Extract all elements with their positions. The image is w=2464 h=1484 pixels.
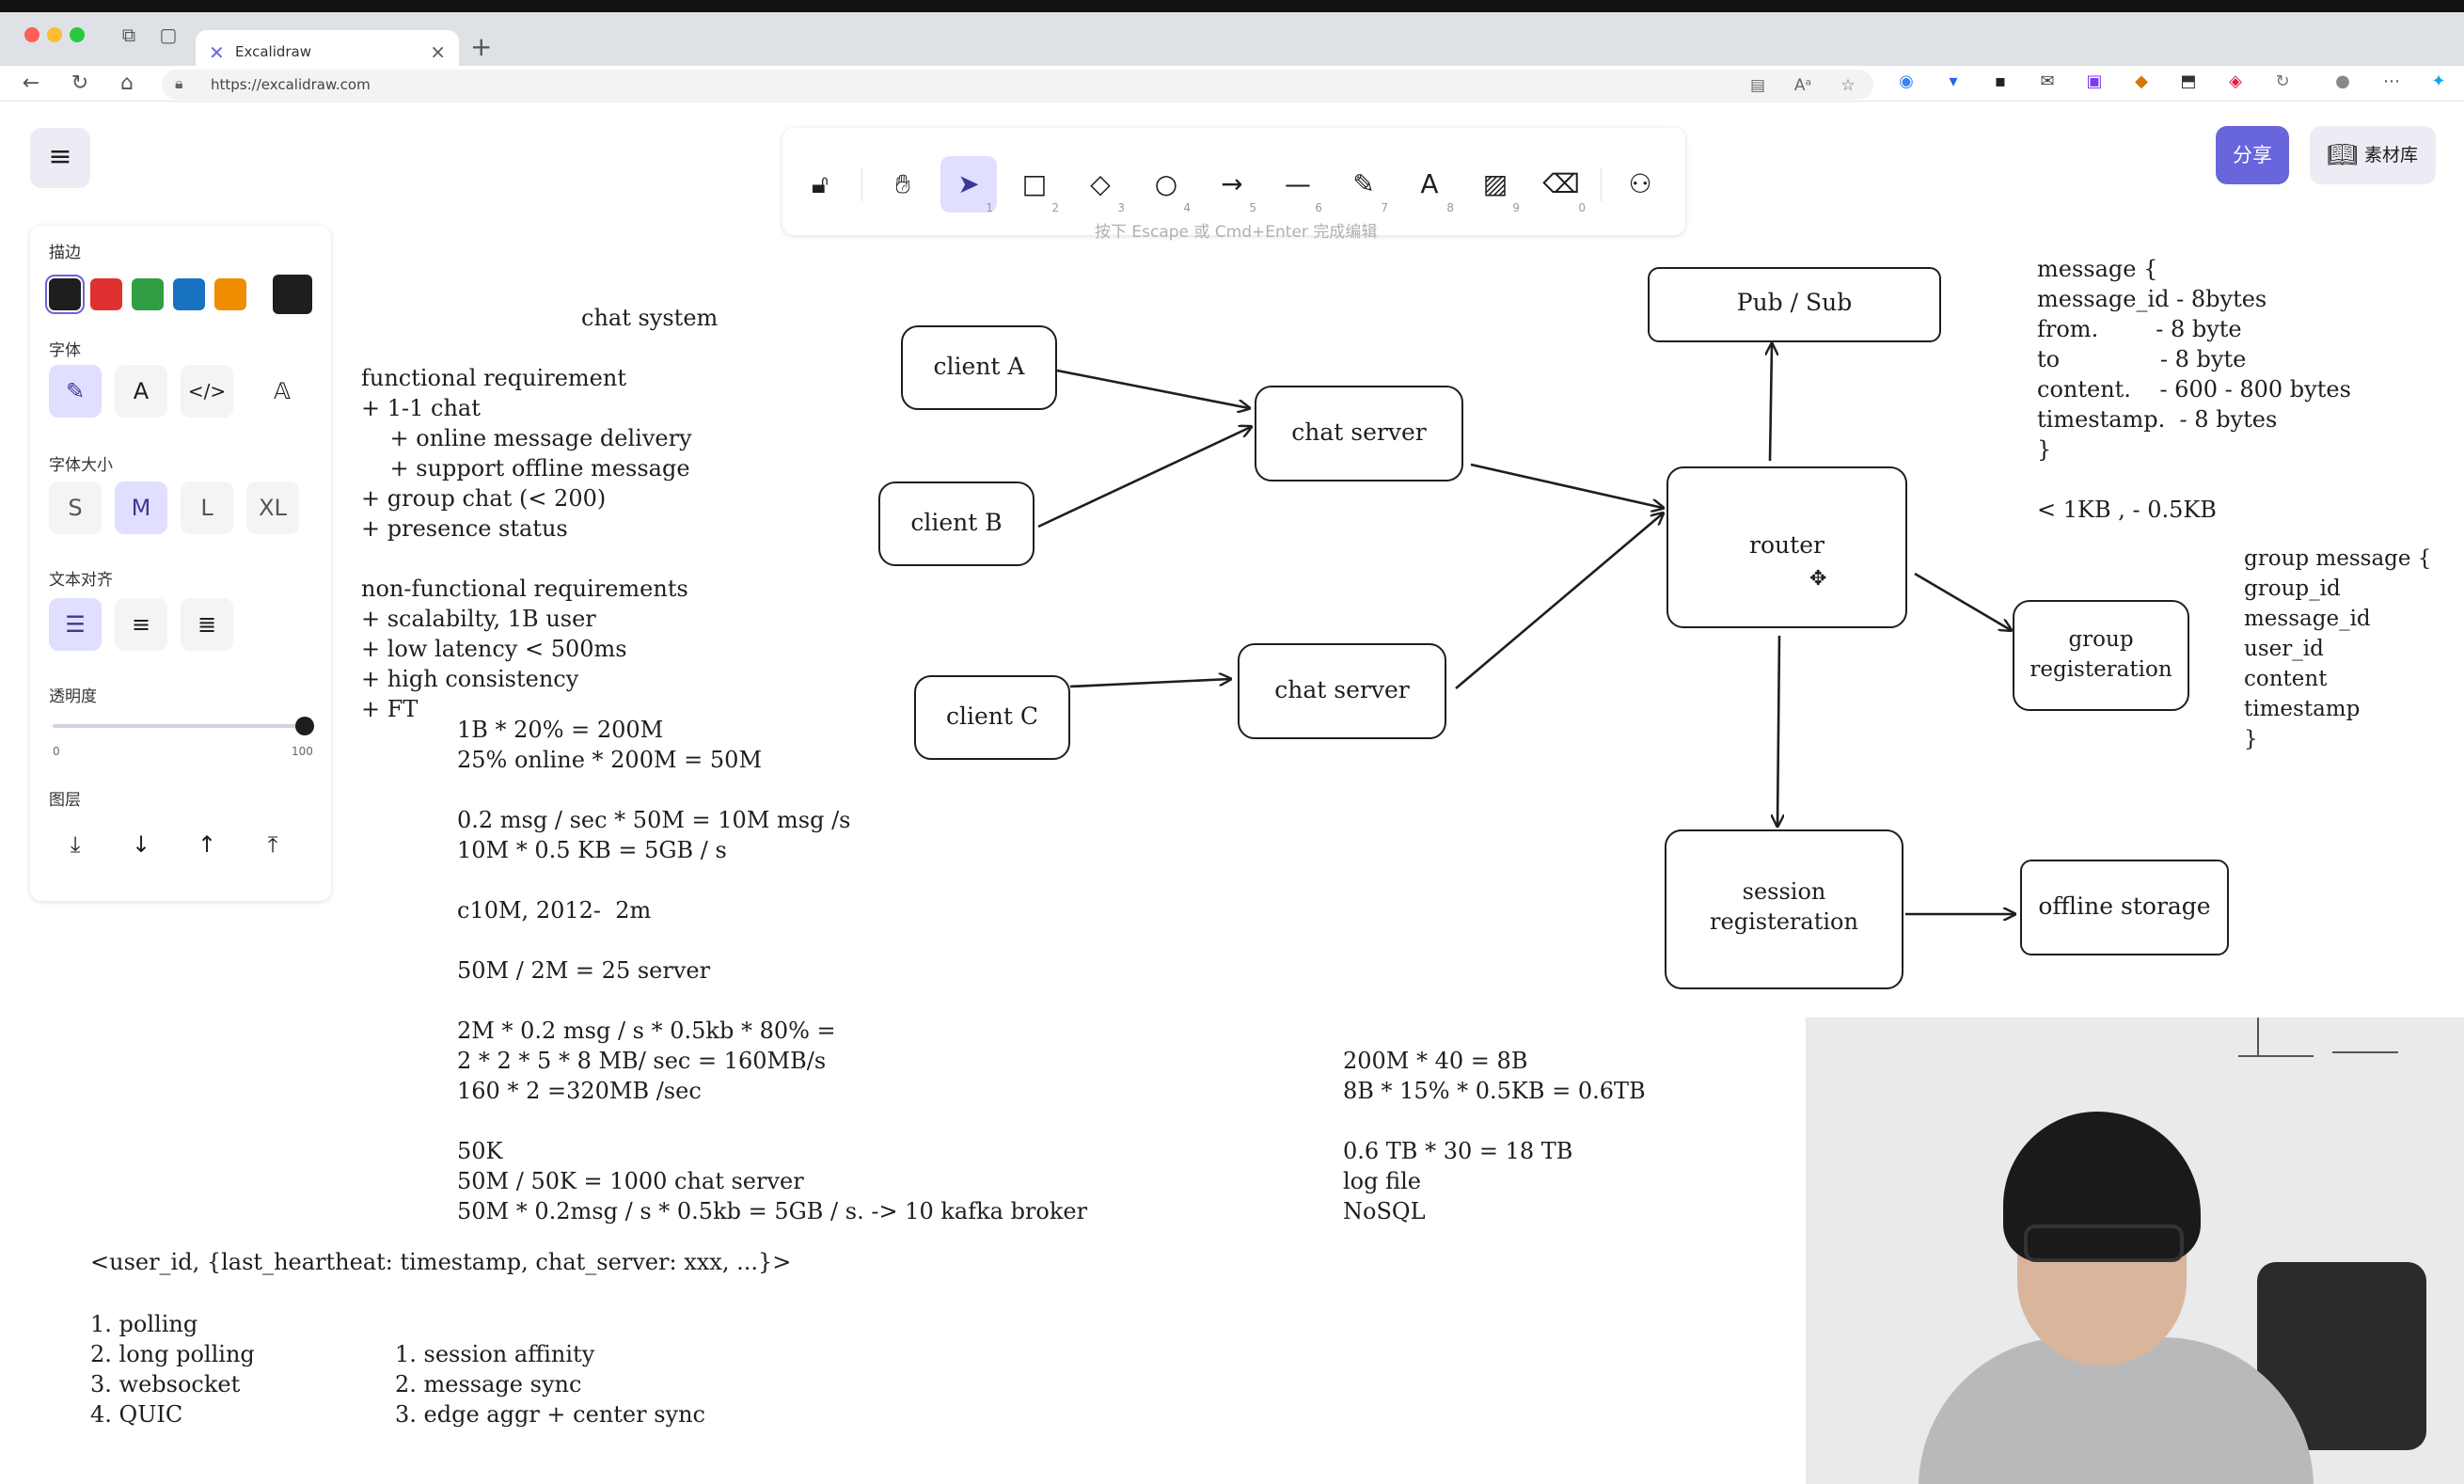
profile-avatar-icon[interactable]: ●	[2329, 68, 2357, 96]
heartbeat-notes[interactable]: <user_id, {last_heartheat: timestamp, ch…	[90, 1247, 791, 1277]
back-icon[interactable]: ←	[17, 70, 45, 98]
extension-icon-3[interactable]: ▪	[1986, 68, 2014, 96]
tab-title: Excalidraw	[235, 43, 312, 60]
close-window-button[interactable]	[24, 27, 39, 42]
extension-icon-2[interactable]: ▾	[1939, 68, 1967, 96]
mail-icon[interactable]: ✉	[2033, 68, 2061, 96]
url-text: https://excalidraw.com	[211, 76, 371, 93]
capacity-calculation-notes[interactable]: 1B * 20% = 200M 25% online * 200M = 50M …	[457, 715, 1087, 1226]
arrow-chatserver-router	[1470, 463, 1663, 508]
lock-icon: 🔒︎	[175, 74, 183, 92]
excalidraw-canvas[interactable]: ≡ 🔓︎ ✋︎ ➤ 1 □ 2 ◇ 3 ○ 4 → 5 —6 ✎ 7 A8 ▨ 9 ⌫ 0 ⚇ …	[0, 102, 2464, 1484]
chat-server-label-1: chat server	[1291, 418, 1427, 446]
group-registration-label: group registeration	[2030, 627, 2172, 682]
arrow-router-pubsub	[1770, 344, 1772, 462]
chat-server-label-2: chat server	[1274, 676, 1410, 703]
url-field[interactable]: 🔒︎ https://excalidraw.com ▤ Aᵃ ☆	[162, 70, 1873, 100]
arrow-router-session	[1777, 635, 1779, 826]
close-tab-icon[interactable]: ×	[430, 40, 446, 63]
home-icon[interactable]: ⌂	[113, 70, 141, 98]
read-aloud-icon[interactable]: Aᵃ	[1791, 73, 1815, 98]
screen-top-edge	[0, 0, 2464, 12]
notes-title[interactable]: chat system	[581, 303, 718, 333]
tab-groups-icon[interactable]: ⧉	[117, 23, 141, 47]
arrow-clientC-chatserver2	[1069, 679, 1230, 688]
pubsub-label: Pub / Sub	[1736, 289, 1853, 316]
router-label: router	[1749, 531, 1824, 559]
extension-icon-1[interactable]: ◉	[1892, 68, 1920, 96]
group-message-schema-notes[interactable]: group message { group_id message_id user…	[2244, 544, 2431, 754]
excalidraw-favicon-icon: ✕	[209, 41, 225, 64]
webcam-overlay	[1806, 1018, 2464, 1484]
arrow-router-group	[1914, 572, 2011, 630]
reload-icon[interactable]: ↻	[66, 70, 94, 98]
reader-mode-icon[interactable]: ▤	[1745, 73, 1770, 98]
tab-actions-icon[interactable]: ▢	[156, 23, 181, 47]
extension-icon-5[interactable]: ◆	[2127, 68, 2156, 96]
copilot-icon[interactable]: ✦	[2425, 68, 2453, 96]
arrow-chatserver2-router	[1455, 513, 1663, 689]
minimize-window-button[interactable]	[47, 27, 62, 42]
arrow-clientA-chatserver	[1056, 369, 1249, 408]
client-a-label: client A	[933, 353, 1025, 380]
new-tab-button[interactable]: +	[470, 31, 492, 62]
arrow-clientB-chatserver	[1037, 427, 1251, 529]
tab-strip: ⧉ ▢ ✕ Excalidraw × +	[0, 12, 2464, 78]
maximize-window-button[interactable]	[70, 27, 85, 42]
offline-storage-label: offline storage	[2038, 892, 2211, 920]
more-menu-icon[interactable]: ⋯	[2377, 68, 2406, 96]
storage-calculation-notes[interactable]: 200M * 40 = 8B 8B * 15% * 0.5KB = 0.6TB …	[1343, 1046, 1646, 1226]
requirements-notes[interactable]: functional requirement + 1-1 chat + onli…	[361, 363, 692, 724]
whiteboard-sketch	[2332, 1051, 2398, 1053]
client-b-label: client B	[910, 509, 1003, 536]
session-registration-label: session registeration	[1710, 878, 1858, 935]
extension-icon-6[interactable]: ⬒	[2174, 68, 2203, 96]
favorite-star-icon[interactable]: ☆	[1836, 73, 1860, 98]
whiteboard-sketch	[2238, 1055, 2314, 1057]
person-glasses	[2024, 1224, 2184, 1262]
message-schema-notes[interactable]: message { message_id - 8bytes from. - 8 …	[2037, 254, 2351, 525]
extension-icon-7[interactable]: ◈	[2221, 68, 2250, 96]
whiteboard-sketch	[2257, 1018, 2259, 1055]
protocol-notes[interactable]: 1. polling 2. long polling 3. websocket …	[90, 1309, 255, 1429]
sync-notes[interactable]: 1. session affinity 2. message sync 3. e…	[395, 1339, 705, 1429]
extension-icon-4[interactable]: ▣	[2080, 68, 2109, 96]
extension-icon-8[interactable]: ↻	[2268, 68, 2297, 96]
